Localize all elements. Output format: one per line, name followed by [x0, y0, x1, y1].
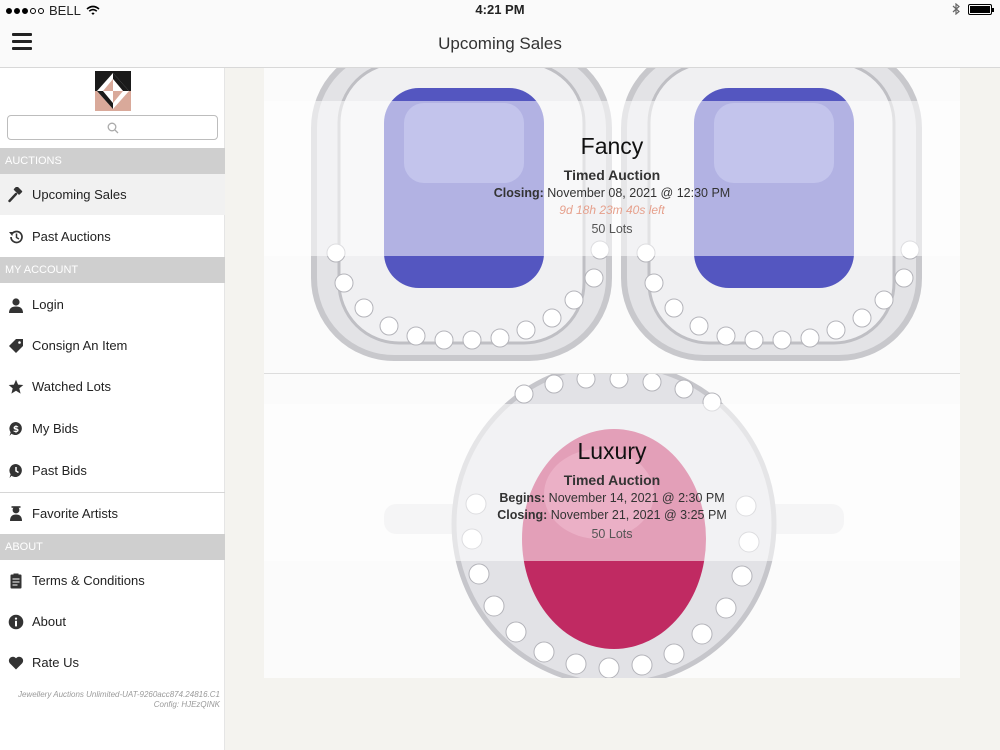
tag-icon — [6, 336, 26, 356]
app-version-info: Jewellery Auctions Unlimited-UAT-9260acc… — [5, 690, 220, 710]
sidebar-item-upcoming-sales[interactable]: Upcoming Sales — [0, 174, 225, 215]
begins-date: November 14, 2021 @ 2:30 PM — [548, 491, 725, 505]
user-icon — [6, 295, 26, 315]
sidebar-item-past-bids[interactable]: Past Bids — [0, 450, 225, 491]
sidebar-item-consign[interactable]: Consign An Item — [0, 325, 225, 366]
sidebar-item-rate-us[interactable]: Rate Us — [0, 642, 225, 683]
sidebar-item-past-auctions[interactable]: Past Auctions — [0, 216, 225, 257]
clock-badge-icon — [6, 461, 26, 481]
dollar-badge-icon: $ — [6, 419, 26, 439]
document-icon — [6, 571, 26, 591]
star-icon — [6, 377, 26, 397]
sale-closing: Closing: November 21, 2021 @ 3:25 PM — [264, 508, 960, 522]
sidebar-item-favorite-artists[interactable]: Favorite Artists — [0, 492, 225, 533]
sale-closing: Closing: November 08, 2021 @ 12:30 PM — [264, 186, 960, 200]
sidebar-item-label: Rate Us — [32, 655, 79, 670]
heart-icon — [6, 653, 26, 673]
sale-begins: Begins: November 14, 2021 @ 2:30 PM — [264, 491, 960, 505]
battery-icon — [968, 3, 994, 15]
nav-bar: Upcoming Sales — [0, 20, 1000, 68]
sidebar-item-label: Watched Lots — [32, 379, 112, 394]
sidebar-item-label: My Bids — [32, 421, 79, 436]
status-time: 4:21 PM — [475, 2, 525, 17]
sale-lot-count: 50 Lots — [591, 222, 633, 236]
sale-type: Timed Auction — [563, 167, 661, 183]
sidebar-item-about[interactable]: About — [0, 601, 225, 642]
sale-card-fancy[interactable]: Fancy Timed Auction Closing: November 08… — [264, 68, 960, 373]
sidebar-item-label: Past Auctions — [32, 229, 111, 244]
closing-label: Closing: — [493, 186, 544, 200]
sidebar-item-label: Login — [32, 297, 64, 312]
sale-lot-count: 50 Lots — [591, 527, 633, 541]
info-icon — [6, 612, 26, 632]
section-auctions: AUCTIONS — [0, 148, 225, 174]
search-icon — [107, 122, 118, 133]
sidebar-item-label: Upcoming Sales — [32, 187, 127, 202]
sidebar-item-login[interactable]: Login — [0, 284, 225, 325]
sidebar-item-label: Favorite Artists — [32, 505, 118, 521]
sidebar-item-label: About — [32, 614, 66, 629]
section-about: ABOUT — [0, 534, 225, 560]
sidebar: AUCTIONS Upcoming Sales Past Auctions MY… — [0, 68, 225, 750]
sale-title: Luxury — [577, 438, 647, 464]
svg-text:$: $ — [13, 425, 19, 435]
version-line: Jewellery Auctions Unlimited-UAT-9260acc… — [17, 690, 220, 699]
brand-logo — [95, 71, 131, 111]
sale-title: Fancy — [580, 133, 644, 159]
section-my-account: MY ACCOUNT — [0, 257, 225, 283]
sidebar-item-label: Past Bids — [32, 463, 87, 478]
page-title: Upcoming Sales — [438, 34, 562, 53]
sale-info-band: Fancy Timed Auction Closing: November 08… — [264, 101, 960, 256]
sidebar-item-watched-lots[interactable]: Watched Lots — [0, 366, 225, 407]
begins-label: Begins: — [499, 491, 546, 505]
closing-date: November 21, 2021 @ 3:25 PM — [550, 508, 727, 522]
sale-card-luxury[interactable]: Luxury Timed Auction Begins: November 14… — [264, 373, 960, 678]
sidebar-item-terms[interactable]: Terms & Conditions — [0, 560, 225, 601]
sale-type: Timed Auction — [563, 472, 661, 488]
closing-label: Closing: — [497, 508, 548, 522]
sale-countdown: 9d 18h 23m 40s left — [559, 203, 665, 217]
sidebar-item-my-bids[interactable]: $ My Bids — [0, 408, 225, 449]
sidebar-item-label: Consign An Item — [32, 338, 128, 353]
config-line: Config: HJEzQINK — [153, 700, 220, 709]
sales-list: Fancy Timed Auction Closing: November 08… — [264, 68, 960, 678]
bluetooth-icon — [952, 3, 960, 15]
closing-date: November 08, 2021 @ 12:30 PM — [547, 186, 731, 200]
gavel-icon — [6, 185, 26, 205]
sidebar-item-label: Terms & Conditions — [32, 573, 145, 588]
status-right — [952, 3, 994, 15]
history-icon — [6, 227, 26, 247]
sale-info-band: Luxury Timed Auction Begins: November 14… — [264, 404, 960, 561]
search-input[interactable] — [7, 115, 218, 140]
status-bar: BELL 4:21 PM — [0, 0, 1000, 20]
artist-icon — [6, 503, 26, 523]
